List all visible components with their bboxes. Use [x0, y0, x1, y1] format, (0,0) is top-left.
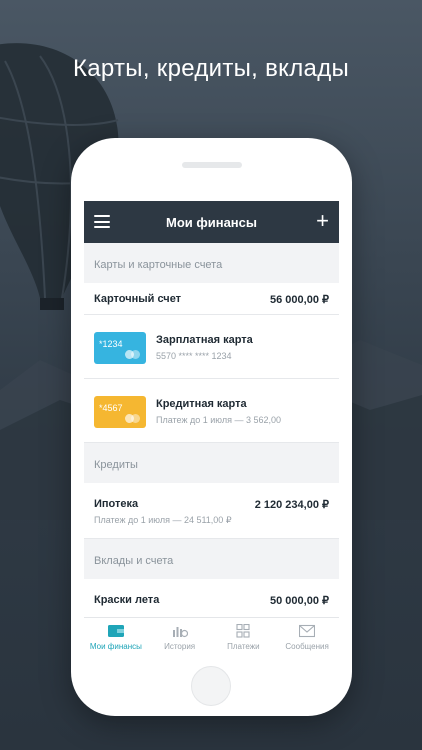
credit-row-mortgage[interactable]: Ипотека 2 120 234,00 ₽ Платеж до 1 июля … — [84, 483, 339, 539]
section-header-cards: Карты и карточные счета — [84, 243, 339, 283]
card-short-number: *1234 — [99, 339, 123, 349]
card-short-number: *4567 — [99, 403, 123, 413]
section-header-deposits: Вклады и счета — [84, 539, 339, 579]
phone-speaker — [182, 162, 242, 168]
card-account-row[interactable]: Карточный счет 56 000,00 ₽ — [84, 283, 339, 315]
deposit-name: Краски лета — [94, 594, 160, 606]
credit-amount: 2 120 234,00 ₽ — [254, 499, 329, 511]
card-logo-icon — [125, 414, 141, 423]
tab-label: Мои финансы — [89, 642, 142, 651]
card-title: Кредитная карта — [156, 398, 247, 410]
credit-payment-info: Платеж до 1 июля — 24 511,00 ₽ — [94, 515, 232, 525]
history-chart-icon — [172, 627, 188, 638]
app-screen: Мои финансы + Карты и карточные счета Ка… — [84, 201, 339, 655]
tab-payments[interactable]: Платежи — [212, 618, 276, 655]
card-row-salary[interactable]: *1234 Зарплатная карта 5570 **** **** 12… — [84, 315, 339, 379]
card-payment-info: Платеж до 1 июля — 3 562,00 — [156, 415, 281, 425]
wallet-icon — [107, 625, 124, 637]
page-title: Мои финансы — [165, 215, 257, 230]
card-account-name: Карточный счет — [94, 293, 182, 305]
card-row-credit[interactable]: *4567 Кредитная карта Платеж до 1 июля —… — [84, 379, 339, 443]
tab-label: Платежи — [227, 642, 260, 651]
deposit-amount: 50 000,00 ₽ — [270, 595, 329, 607]
add-icon[interactable]: + — [316, 209, 329, 233]
nav-bar: Мои финансы + — [84, 201, 339, 243]
envelope-icon — [299, 624, 316, 638]
card-thumbnail: *1234 — [94, 332, 146, 364]
headline: Карты, кредиты, вклады — [72, 55, 350, 82]
tab-label: История — [164, 642, 196, 651]
tab-history[interactable]: История — [148, 618, 212, 655]
credit-name: Ипотека — [94, 498, 139, 510]
card-account-amount: 56 000,00 ₽ — [270, 294, 329, 306]
card-title: Зарплатная карта — [156, 334, 253, 346]
card-logo-icon — [125, 350, 141, 359]
tab-messages[interactable]: Сообщения — [275, 618, 339, 655]
grid-icon — [236, 624, 250, 638]
card-number: 5570 **** **** 1234 — [156, 351, 232, 361]
tab-my-finances[interactable]: Мои финансы — [84, 618, 148, 655]
section-header-credits: Кредиты — [84, 443, 339, 483]
tab-bar: Мои финансы История Платежи Сообщения — [84, 617, 339, 655]
home-button[interactable] — [191, 666, 231, 706]
tab-label: Сообщения — [285, 642, 329, 651]
card-thumbnail: *4567 — [94, 396, 146, 428]
